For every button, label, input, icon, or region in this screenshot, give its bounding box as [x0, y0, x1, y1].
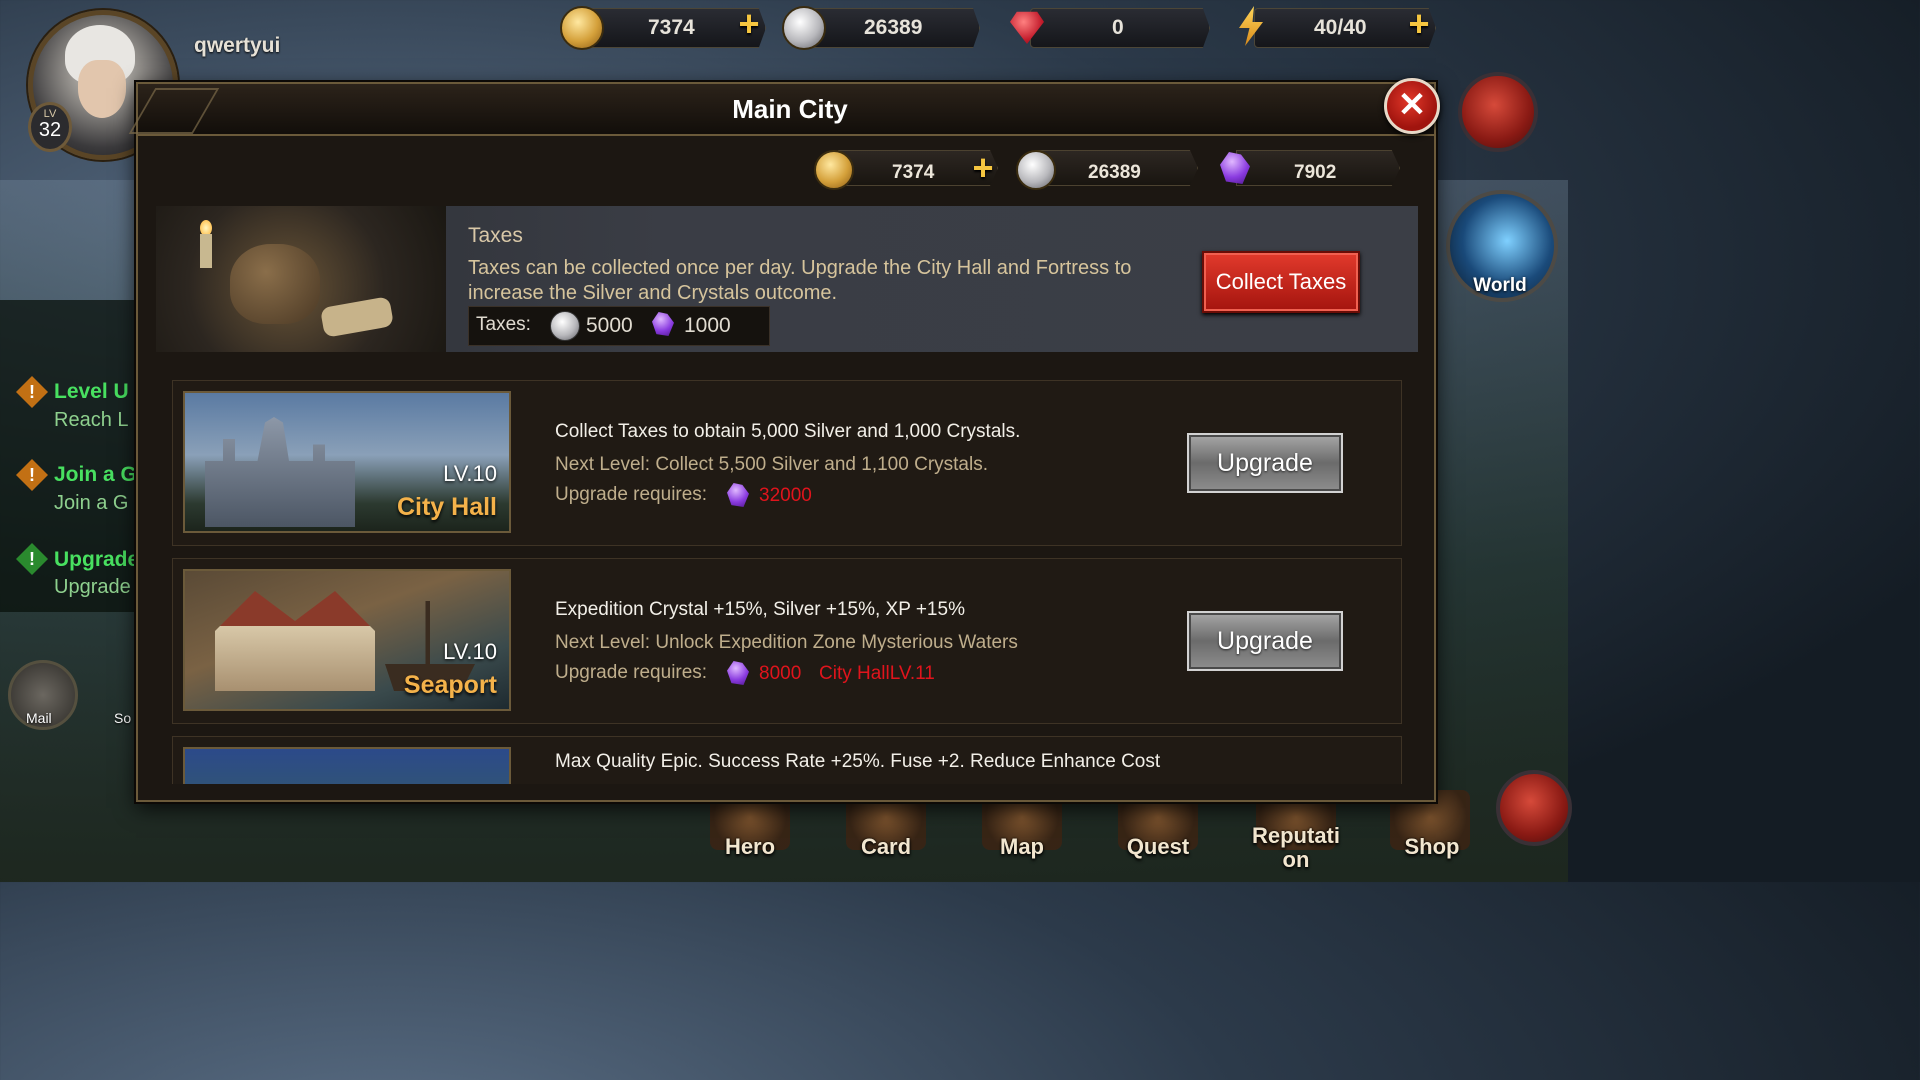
quest-sub-1: Reach L	[54, 409, 129, 431]
building-next-level: Next Level: Unlock Expedition Zone Myste…	[555, 632, 1018, 653]
seaport-image: LV.10 Seaport	[183, 569, 511, 711]
candle	[200, 234, 212, 268]
building-row-forge: Max Quality Epic. Success Rate +25%. Fus…	[172, 736, 1402, 784]
nav-quest[interactable]: Quest	[1108, 834, 1208, 860]
building-level: LV.10	[443, 461, 497, 486]
dialog-header: Main City	[128, 84, 1434, 136]
coin-sack	[230, 244, 320, 324]
taxes-crystal-amount: 1000	[684, 314, 731, 337]
crystal-icon	[727, 661, 749, 685]
building-image	[183, 747, 511, 784]
gold-coin-icon	[560, 6, 604, 50]
collect-taxes-button[interactable]: Collect Taxes	[1202, 251, 1360, 313]
silver-coin-icon	[550, 311, 580, 341]
player-name: qwertyui	[194, 34, 281, 57]
city-hall-image: LV.10 City Hall	[183, 391, 511, 533]
scroll	[319, 296, 395, 338]
required-crystals: 32000	[759, 485, 812, 506]
building-description: Max Quality Epic. Success Rate +25%. Fus…	[555, 751, 1161, 772]
energy-value: 40/40	[1314, 16, 1367, 39]
taxes-panel: Taxes Taxes can be collected once per da…	[156, 206, 1418, 352]
building-row-city-hall: LV.10 City Hall Collect Taxes to obtain …	[172, 380, 1402, 546]
world-label: World	[1473, 275, 1527, 296]
upgrade-seaport-button[interactable]: Upgrade	[1187, 611, 1343, 671]
building-name: City Hall	[396, 493, 497, 521]
upgrade-requires-label: Upgrade requires:	[555, 662, 708, 683]
silver-coin-icon	[1016, 150, 1056, 190]
quest-title-3[interactable]: Upgrade	[54, 548, 139, 572]
gold-coin-icon	[814, 150, 854, 190]
taxes-title: Taxes	[468, 224, 523, 247]
building-level: LV.10	[443, 639, 497, 664]
add-gold-button[interactable]: +	[734, 6, 764, 42]
required-building: City HallLV.11	[819, 663, 935, 684]
quest-title-1[interactable]: Level U	[54, 380, 129, 404]
level-value: 32	[38, 119, 62, 141]
nav-reputation[interactable]: Reputati on	[1240, 824, 1352, 872]
harbor-house-graphic	[215, 591, 375, 691]
nav-hero[interactable]: Hero	[700, 834, 800, 860]
main-city-dialog: Main City 7374 + 26389 7902 Taxes Taxes …	[128, 82, 1436, 802]
quest-title-2[interactable]: Join a G	[54, 463, 137, 487]
quest-sub-3: Upgrade	[54, 576, 131, 598]
taxes-description: Taxes can be collected once per day. Upg…	[468, 257, 1132, 304]
expand-menu-button[interactable]	[1496, 770, 1572, 846]
taxes-illustration	[156, 206, 446, 352]
social-label: So	[114, 710, 132, 726]
building-description: Expedition Crystal +15%, Silver +15%, XP…	[555, 599, 965, 620]
silver-coin-icon	[782, 6, 826, 50]
required-crystals: 8000	[759, 663, 802, 684]
quest-sub-2: Join a G	[54, 492, 129, 514]
crystal-icon	[727, 483, 749, 507]
modal-crystal-value: 7902	[1294, 162, 1337, 183]
gold-value: 7374	[648, 16, 695, 39]
nav-card[interactable]: Card	[836, 834, 936, 860]
taxes-silver-amount: 5000	[586, 314, 633, 337]
building-list[interactable]: LV.10 City Hall Collect Taxes to obtain …	[158, 364, 1418, 784]
add-energy-button[interactable]: +	[1404, 6, 1434, 42]
battle-shortcut-button[interactable]	[1458, 72, 1538, 152]
modal-gold-value: 7374	[892, 162, 935, 183]
upgrade-city-hall-button[interactable]: Upgrade	[1187, 433, 1343, 493]
add-gold-button[interactable]: +	[968, 150, 998, 186]
close-dialog-button[interactable]: ✕	[1384, 78, 1440, 134]
building-row-seaport: LV.10 Seaport Expedition Crystal +15%, S…	[172, 558, 1402, 724]
upgrade-requires-label: Upgrade requires:	[555, 484, 708, 505]
castle-graphic	[205, 417, 355, 527]
building-description: Collect Taxes to obtain 5,000 Silver and…	[555, 421, 1021, 442]
avatar-face	[78, 60, 126, 118]
building-next-level: Next Level: Collect 5,500 Silver and 1,1…	[555, 454, 988, 475]
player-level-badge: LV 32	[28, 102, 72, 152]
gems-value: 0	[1112, 16, 1124, 39]
modal-silver-value: 26389	[1088, 162, 1141, 183]
mail-label: Mail	[26, 710, 52, 726]
taxes-amount-label: Taxes:	[476, 314, 531, 335]
nav-map[interactable]: Map	[972, 834, 1072, 860]
building-name: Seaport	[403, 671, 497, 699]
dialog-title: Main City	[732, 94, 848, 124]
nav-shop[interactable]: Shop	[1382, 834, 1482, 860]
silver-value: 26389	[864, 16, 923, 39]
